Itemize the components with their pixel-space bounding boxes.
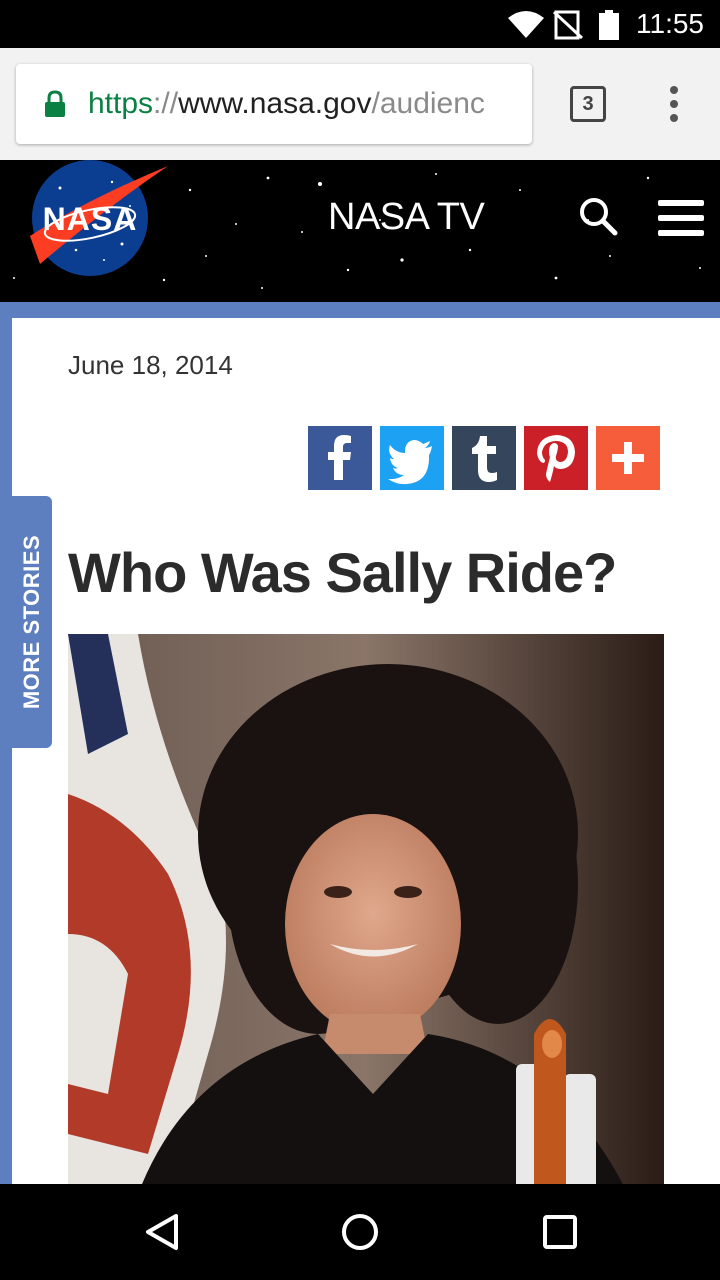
status-bar: 11:55 [0, 0, 720, 48]
home-icon[interactable] [340, 1212, 380, 1252]
facebook-icon [328, 435, 351, 480]
url-path: /audienc [371, 87, 485, 120]
wifi-icon [508, 11, 544, 38]
site-menu-icon[interactable] [658, 200, 704, 245]
browser-toolbar: https://www.nasa.gov/audienc 3 [0, 48, 720, 160]
header-divider [0, 302, 720, 318]
portrait-illustration [68, 634, 664, 1184]
site-header: NASA NASA TV [0, 160, 720, 302]
twitter-icon [388, 440, 432, 485]
menu-dot [670, 114, 678, 122]
battery-icon [599, 10, 619, 40]
nasa-logo[interactable]: NASA [26, 160, 176, 282]
article-title: Who Was Sally Ride? [68, 541, 617, 604]
screen: 11:55 https://www.nasa.gov/audienc 3 NAS… [0, 0, 720, 1280]
twitter-share-button[interactable] [380, 426, 444, 490]
tumblr-share-button[interactable] [452, 426, 516, 490]
section-title[interactable]: NASA TV [328, 196, 485, 239]
nasa-logo-text: NASA [43, 201, 138, 237]
url-scheme: https [88, 87, 154, 120]
menu-line [658, 200, 704, 206]
article-date: June 18, 2014 [68, 350, 233, 380]
facebook-share-button[interactable] [308, 426, 372, 490]
more-stories-label: MORE STORIES [19, 534, 44, 710]
navigation-bar [0, 1184, 720, 1280]
lock-icon [45, 90, 65, 117]
tab-switcher-button[interactable]: 3 [570, 86, 606, 122]
recents-icon[interactable] [540, 1212, 580, 1252]
menu-line [658, 215, 704, 221]
more-stories-tab[interactable]: MORE STORIES [12, 496, 52, 748]
pinterest-share-button[interactable] [524, 426, 588, 490]
more-share-button[interactable] [596, 426, 660, 490]
url-text[interactable]: https://www.nasa.gov/audienc [88, 84, 532, 124]
url-bar[interactable]: https://www.nasa.gov/audienc [16, 64, 532, 144]
clock: 11:55 [636, 8, 704, 39]
back-icon[interactable] [142, 1212, 182, 1252]
url-separator: :// [153, 87, 179, 120]
menu-dot [670, 100, 678, 108]
menu-dot [670, 86, 678, 94]
article-photo [68, 634, 664, 1184]
no-signal-icon [552, 10, 584, 40]
url-host: www.nasa.gov [178, 87, 372, 120]
article-card: June 18, 2014 Who Was Sally Ride? [12, 318, 720, 1184]
browser-menu-button[interactable] [664, 86, 684, 126]
menu-line [658, 230, 704, 236]
tumblr-icon [472, 436, 497, 482]
plus-icon [612, 442, 644, 474]
pinterest-icon [537, 435, 575, 482]
search-icon[interactable] [578, 196, 618, 236]
